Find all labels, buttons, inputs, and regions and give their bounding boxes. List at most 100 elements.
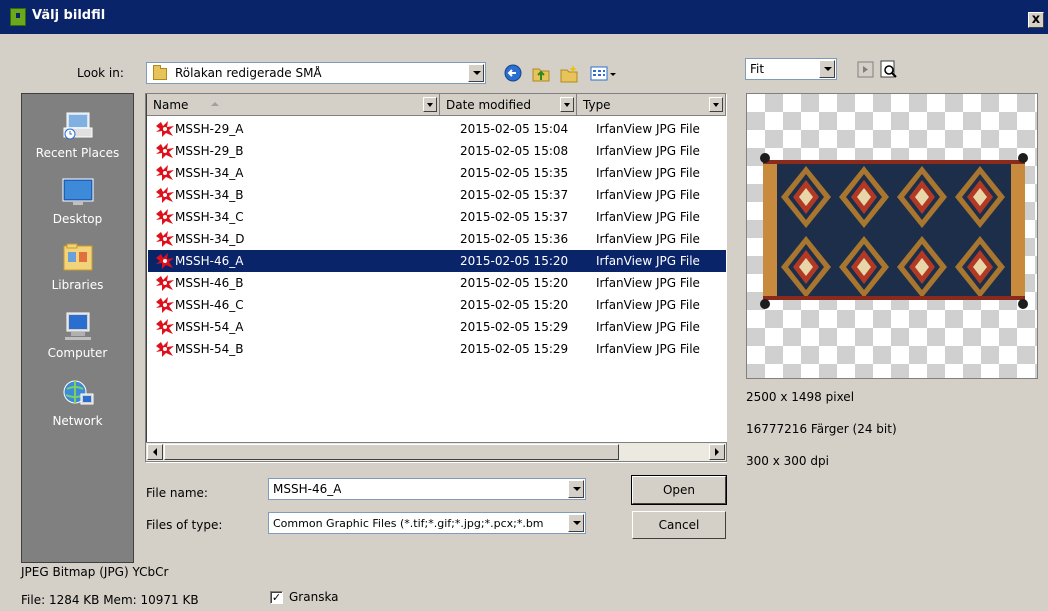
column-header-name[interactable]: Name: [147, 94, 440, 116]
file-date: 2015-02-05 15:20: [460, 298, 569, 312]
places-bar: Recent Places Desktop Libraries Computer: [21, 93, 134, 563]
jpg-file-icon: [154, 208, 176, 226]
jpg-file-icon: [154, 164, 176, 182]
column-filter-dropdown[interactable]: [423, 97, 437, 112]
preview-toolbar: [857, 60, 897, 78]
file-row[interactable]: MSSH-54_B 2015-02-05 15:29 IrfanView JPG F…: [148, 338, 726, 360]
file-name: MSSH-29_B: [175, 144, 244, 158]
file-date: 2015-02-05 15:35: [460, 166, 569, 180]
file-row[interactable]: MSSH-54_A 2015-02-05 15:29 IrfanView JPG F…: [148, 316, 726, 338]
image-dpi: 300 x 300 dpi: [746, 454, 829, 468]
look-in-dropdown[interactable]: Rölakan redigerade SMÅ: [146, 62, 486, 84]
file-list[interactable]: Name Date modified Type MSSH-29_A 2015-02…: [145, 93, 727, 463]
file-name: MSSH-46_A: [175, 254, 244, 268]
place-label: Recent Places: [35, 146, 120, 160]
scroll-thumb[interactable]: [164, 444, 619, 460]
jpg-file-icon: [154, 296, 176, 314]
file-name: MSSH-46_B: [175, 276, 244, 290]
file-name-value: MSSH-46_A: [273, 482, 342, 496]
preview-checkbox[interactable]: ✓: [270, 591, 283, 604]
scroll-left-button[interactable]: [147, 444, 163, 460]
jpg-file-icon: [154, 340, 176, 358]
file-date: 2015-02-05 15:20: [460, 276, 569, 290]
file-type: IrfanView JPG File: [596, 122, 700, 136]
view-menu-icon[interactable]: [590, 66, 616, 81]
column-filter-dropdown[interactable]: [560, 97, 574, 112]
file-row[interactable]: MSSH-29_B 2015-02-05 15:08 IrfanView JPG F…: [148, 140, 726, 162]
file-row[interactable]: MSSH-34_B 2015-02-05 15:37 IrfanView JPG F…: [148, 184, 726, 206]
jpg-file-icon: [154, 274, 176, 292]
preview-checkbox-label[interactable]: Granska: [289, 590, 339, 604]
file-date: 2015-02-05 15:08: [460, 144, 569, 158]
file-name-input[interactable]: MSSH-46_A: [268, 478, 586, 500]
file-row[interactable]: MSSH-46_A 2015-02-05 15:20 IrfanView JPG F…: [148, 250, 726, 272]
file-name: MSSH-34_C: [175, 210, 244, 224]
column-header-date[interactable]: Date modified: [440, 94, 577, 116]
place-desktop[interactable]: Desktop: [22, 176, 133, 226]
column-header-type[interactable]: Type: [577, 94, 726, 116]
look-in-label: Look in:: [77, 66, 124, 80]
preview-zoom-icon[interactable]: [880, 60, 897, 78]
up-folder-icon[interactable]: [532, 68, 550, 82]
chevron-down-icon[interactable]: [568, 480, 584, 498]
network-icon: [63, 380, 93, 405]
file-row[interactable]: MSSH-34_D 2015-02-05 15:36 IrfanView JPG F…: [148, 228, 726, 250]
file-type: IrfanView JPG File: [596, 232, 700, 246]
zoom-value: Fit: [750, 62, 765, 76]
zoom-select[interactable]: Fit: [745, 58, 837, 80]
look-in-value: Rölakan redigerade SMÅ: [175, 66, 322, 80]
file-row[interactable]: MSSH-34_C 2015-02-05 15:37 IrfanView JPG F…: [148, 206, 726, 228]
file-name: MSSH-34_B: [175, 188, 244, 202]
file-row[interactable]: MSSH-46_B 2015-02-05 15:20 IrfanView JPG F…: [148, 272, 726, 294]
jpg-file-icon: [154, 142, 176, 160]
jpg-file-icon: [154, 120, 176, 138]
file-row[interactable]: MSSH-34_A 2015-02-05 15:35 IrfanView JPG F…: [148, 162, 726, 184]
jpg-file-icon: [154, 230, 176, 248]
place-recent-places[interactable]: Recent Places: [22, 110, 133, 160]
file-type-select[interactable]: Common Graphic Files (*.tif;*.gif;*.jpg;…: [268, 512, 586, 534]
nav-toolbar: [504, 64, 616, 83]
chevron-down-icon[interactable]: [468, 64, 484, 82]
file-type: IrfanView JPG File: [596, 166, 700, 180]
folder-icon: [153, 65, 167, 80]
file-type: IrfanView JPG File: [596, 210, 700, 224]
file-date: 2015-02-05 15:29: [460, 342, 569, 356]
scroll-right-button[interactable]: [709, 444, 725, 460]
file-name: MSSH-46_C: [175, 298, 244, 312]
file-type-value: Common Graphic Files (*.tif;*.gif;*.jpg;…: [273, 517, 544, 530]
window-title: Välj bildfil: [32, 8, 106, 23]
cancel-button[interactable]: Cancel: [632, 511, 726, 539]
place-computer[interactable]: Computer: [22, 310, 133, 360]
open-button[interactable]: Open: [632, 476, 726, 504]
place-label: Desktop: [52, 212, 103, 226]
file-format-info: JPEG Bitmap (JPG) YCbCr: [21, 565, 169, 579]
arrow-left-icon: [153, 448, 157, 456]
close-button[interactable]: x: [1028, 12, 1044, 28]
place-label: Libraries: [51, 278, 104, 292]
jpg-file-icon: [154, 252, 176, 270]
chevron-down-icon[interactable]: [568, 514, 584, 532]
back-icon[interactable]: [504, 64, 522, 82]
file-type: IrfanView JPG File: [596, 342, 700, 356]
file-date: 2015-02-05 15:04: [460, 122, 569, 136]
checkmark-icon: ✓: [271, 591, 282, 604]
file-row[interactable]: MSSH-29_A 2015-02-05 15:04 IrfanView JPG F…: [148, 118, 726, 140]
file-type: IrfanView JPG File: [596, 320, 700, 334]
place-label: Computer: [47, 346, 108, 360]
new-folder-icon[interactable]: [560, 65, 578, 83]
file-row[interactable]: MSSH-46_C 2015-02-05 15:20 IrfanView JPG F…: [148, 294, 726, 316]
irfanview-app-icon: [10, 8, 26, 26]
file-date: 2015-02-05 15:20: [460, 254, 569, 268]
place-network[interactable]: Network: [22, 378, 133, 428]
column-filter-dropdown[interactable]: [709, 97, 723, 112]
chevron-down-icon[interactable]: [819, 60, 835, 78]
file-date: 2015-02-05 15:36: [460, 232, 569, 246]
file-name-label: File name:: [146, 486, 208, 500]
horizontal-scrollbar[interactable]: [145, 442, 727, 462]
file-date: 2015-02-05 15:29: [460, 320, 569, 334]
arrow-right-icon: [715, 448, 719, 456]
image-preview: [746, 93, 1038, 379]
play-icon[interactable]: [857, 61, 874, 78]
place-libraries[interactable]: Libraries: [22, 242, 133, 292]
rug-thumbnail: [760, 153, 1028, 309]
